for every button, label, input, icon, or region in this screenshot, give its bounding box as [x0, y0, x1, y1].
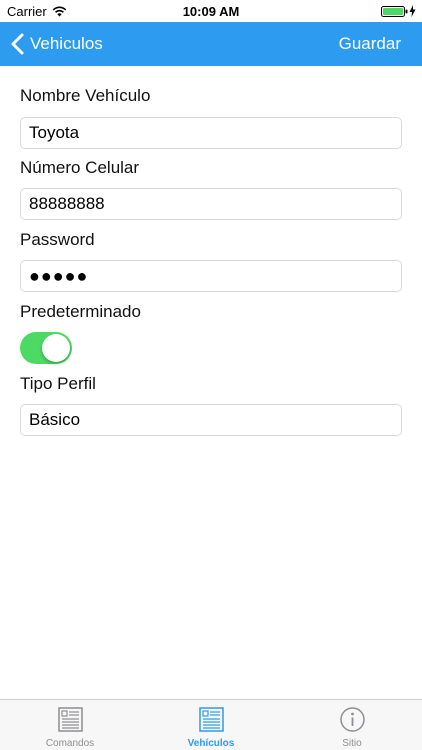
tab-comandos[interactable]: Comandos — [0, 700, 140, 750]
default-toggle[interactable] — [20, 332, 72, 364]
status-time: 10:09 AM — [182, 4, 240, 19]
vehicle-name-value: Toyota — [29, 123, 80, 142]
default-label: Predeterminado — [20, 302, 141, 321]
battery-icon — [381, 6, 408, 17]
profile-type-label: Tipo Perfil — [20, 374, 96, 393]
save-button[interactable]: Guardar — [339, 22, 401, 66]
profile-type-input[interactable]: Básico — [20, 404, 402, 436]
phone-number-value: 88888888 — [29, 194, 105, 213]
tab-vehiculos[interactable]: Vehículos — [141, 700, 281, 750]
phone-number-input[interactable]: 88888888 — [20, 188, 402, 220]
document-icon — [199, 707, 224, 732]
info-icon — [340, 707, 365, 732]
profile-type-value: Básico — [29, 410, 81, 429]
phone-number-label: Número Celular — [20, 158, 140, 177]
password-value: ●●●●● — [29, 265, 89, 286]
vehicle-name-label: Nombre Vehículo — [20, 86, 151, 105]
password-input[interactable]: ●●●●● — [20, 260, 402, 292]
vehicle-name-input[interactable]: Toyota — [20, 117, 402, 149]
back-label: Vehiculos — [30, 34, 103, 53]
tab-bar: Comandos Vehículos Sitio — [0, 699, 422, 750]
tab-sitio-label: Sitio — [342, 738, 362, 749]
charging-bolt-icon — [409, 5, 416, 17]
navigation-bar: Vehiculos Guardar — [0, 22, 422, 66]
back-button[interactable]: Vehiculos — [10, 22, 103, 66]
tab-sitio[interactable]: Sitio — [282, 700, 422, 750]
chevron-left-icon — [11, 33, 24, 55]
toggle-knob — [42, 334, 70, 362]
tab-comandos-label: Comandos — [45, 738, 95, 749]
password-label: Password — [20, 230, 95, 249]
document-icon — [58, 707, 83, 732]
status-bar: Carrier 10:09 AM — [0, 0, 422, 22]
tab-vehiculos-label: Vehículos — [187, 738, 235, 749]
